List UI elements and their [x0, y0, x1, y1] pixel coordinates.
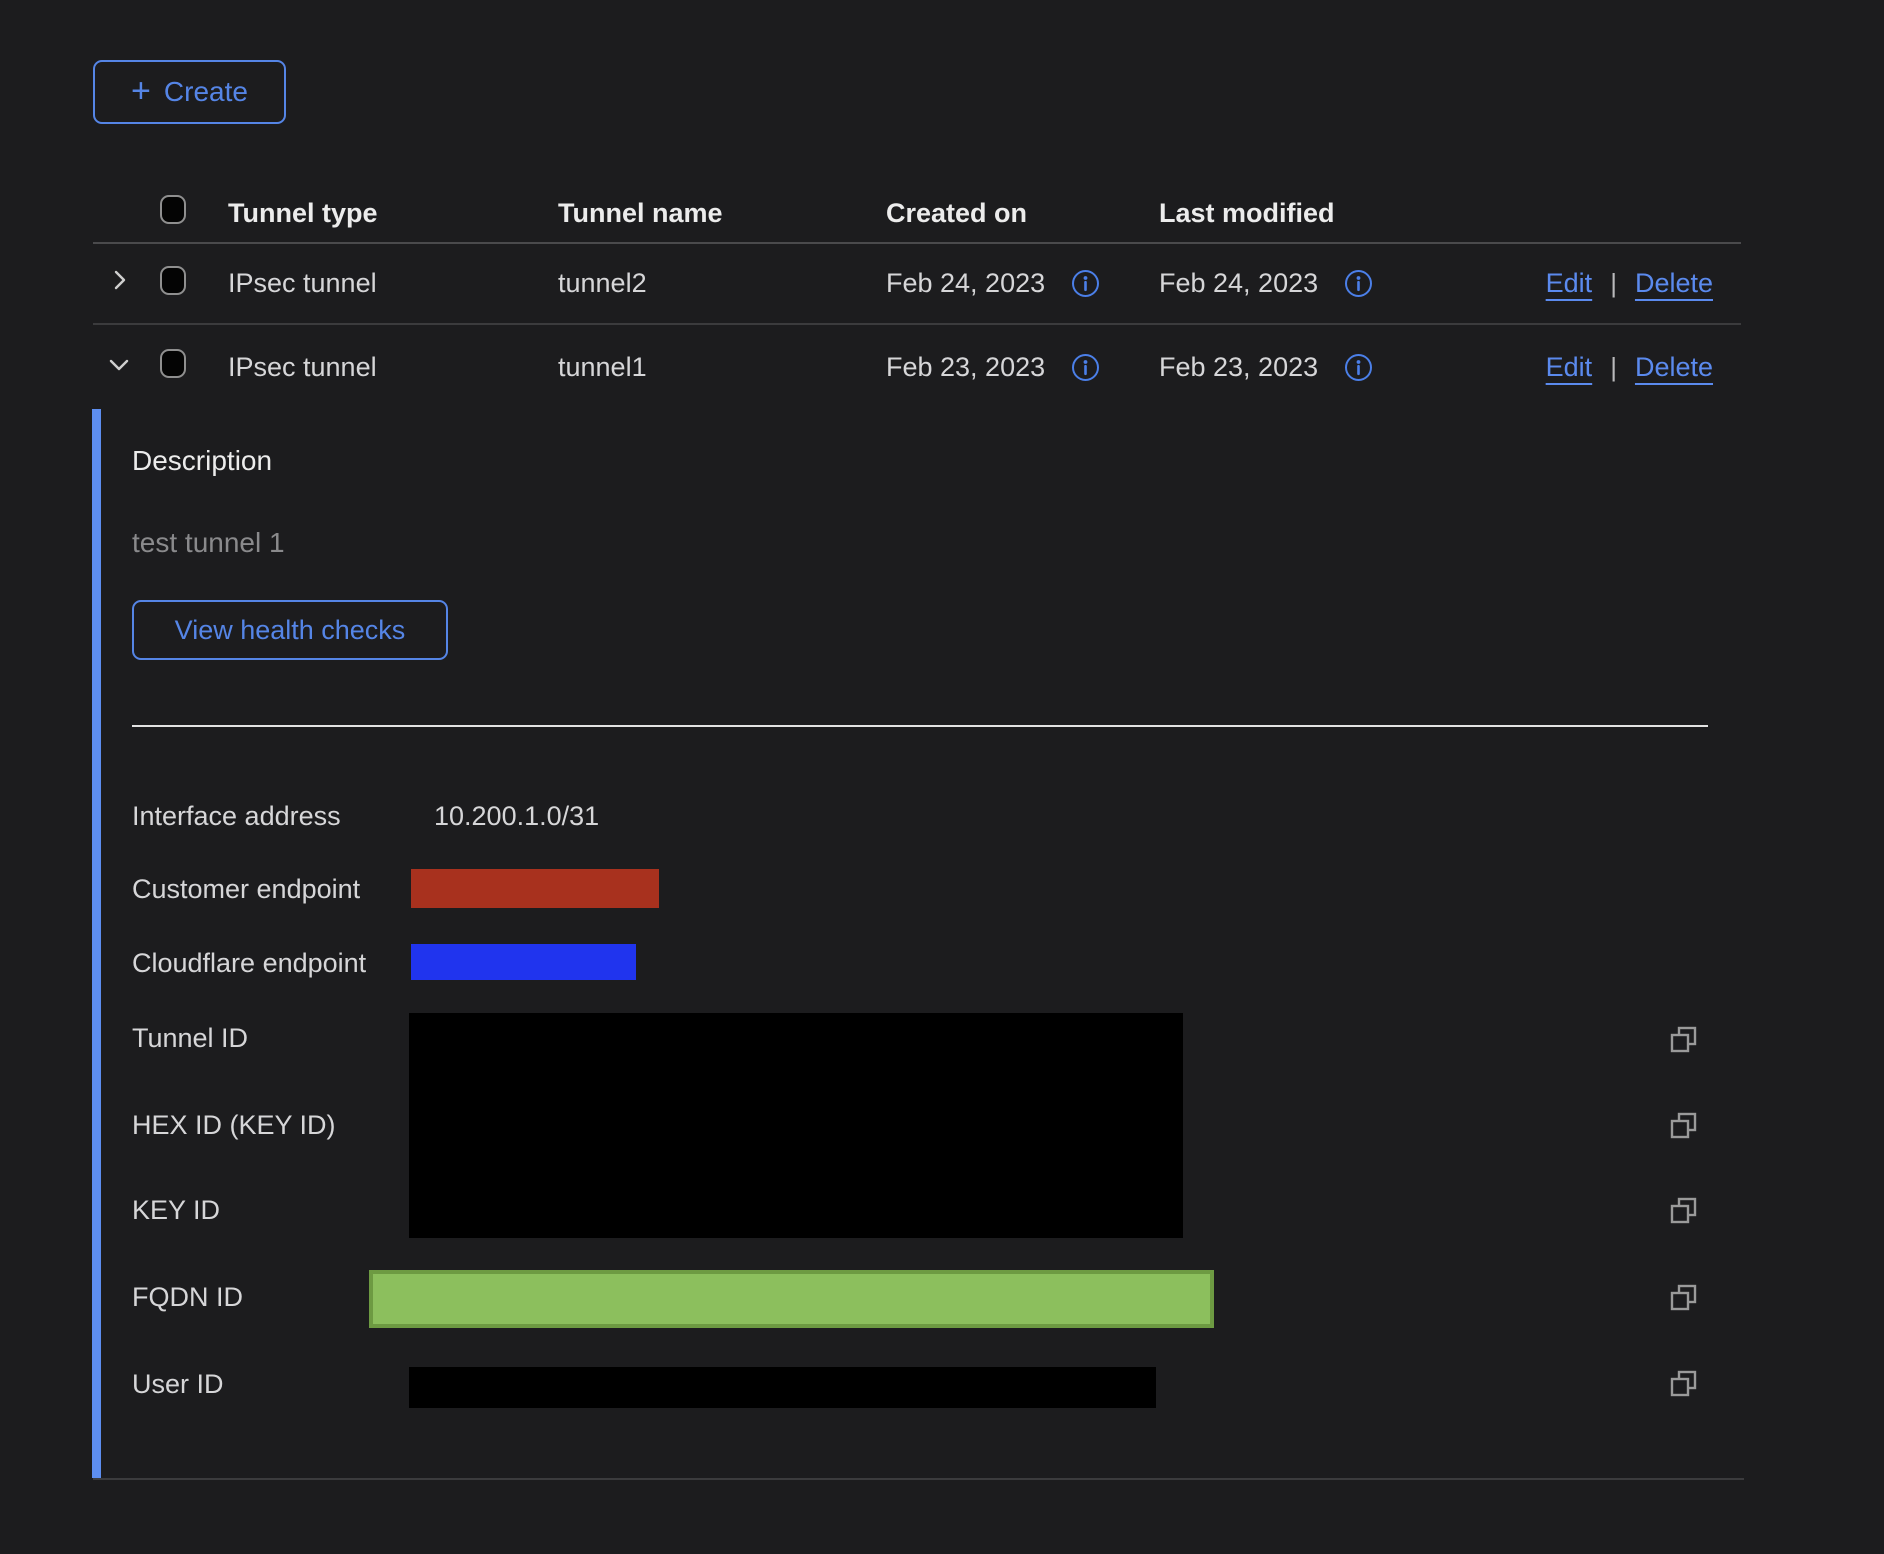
interface-address-value: 10.200.1.0/31 — [434, 799, 599, 833]
last-modified-cell: Feb 24, 2023 — [1159, 268, 1318, 299]
copy-tunnel-id-button[interactable] — [1669, 1025, 1699, 1055]
edit-link[interactable]: Edit — [1546, 352, 1593, 383]
table-row: IPsec tunnel tunnel2 Feb 24, 2023 Feb 24… — [93, 244, 1741, 325]
cloudflare-endpoint-label: Cloudflare endpoint — [132, 946, 366, 980]
fqdn-id-label: FQDN ID — [132, 1280, 243, 1314]
row-checkbox[interactable] — [160, 349, 186, 378]
cloudflare-endpoint-redacted-value — [411, 944, 636, 980]
expand-row-button[interactable] — [107, 268, 131, 292]
key-id-label: KEY ID — [132, 1193, 220, 1227]
created-on-cell: Feb 24, 2023 — [886, 268, 1045, 299]
action-separator: | — [1610, 352, 1617, 383]
tunnel-type-cell: IPsec tunnel — [228, 352, 558, 383]
copy-icon — [1669, 1283, 1699, 1313]
description-value: test tunnel 1 — [132, 527, 285, 559]
copy-icon — [1669, 1196, 1699, 1226]
tunnel-name-cell: tunnel2 — [558, 268, 886, 299]
customer-endpoint-redacted-value — [411, 869, 659, 908]
copy-key-id-button[interactable] — [1669, 1196, 1699, 1226]
interface-address-label: Interface address — [132, 799, 341, 833]
copy-icon — [1669, 1025, 1699, 1055]
info-icon[interactable] — [1071, 353, 1100, 382]
table-row: IPsec tunnel tunnel1 Feb 23, 2023 Feb 23… — [93, 325, 1741, 409]
header-tunnel-name: Tunnel name — [558, 198, 886, 229]
hex-id-label: HEX ID (KEY ID) — [132, 1108, 336, 1142]
table-header-row: Tunnel type Tunnel name Created on Last … — [93, 184, 1741, 244]
chevron-right-icon — [107, 268, 131, 292]
info-icon[interactable] — [1071, 269, 1100, 298]
section-divider — [132, 725, 1708, 727]
created-on-cell: Feb 23, 2023 — [886, 352, 1045, 383]
plus-icon: + — [131, 74, 151, 108]
delete-link[interactable]: Delete — [1635, 268, 1713, 299]
tunnel-hex-key-id-redacted-values — [409, 1013, 1183, 1238]
row-checkbox[interactable] — [160, 266, 186, 295]
info-icon[interactable] — [1344, 269, 1373, 298]
expanded-row-indicator-bar — [92, 409, 101, 1478]
copy-hex-id-button[interactable] — [1669, 1111, 1699, 1141]
user-id-label: User ID — [132, 1367, 224, 1401]
copy-fqdn-id-button[interactable] — [1669, 1283, 1699, 1313]
copy-user-id-button[interactable] — [1669, 1369, 1699, 1399]
header-created-on: Created on — [886, 198, 1159, 229]
info-icon[interactable] — [1344, 353, 1373, 382]
user-id-redacted-value — [409, 1367, 1156, 1408]
copy-icon — [1669, 1369, 1699, 1399]
tunnels-table: Tunnel type Tunnel name Created on Last … — [93, 184, 1741, 1480]
header-last-modified: Last modified — [1159, 198, 1489, 229]
tunnel-detail-panel: Description test tunnel 1 View health ch… — [93, 409, 1744, 1478]
description-label: Description — [132, 445, 272, 477]
collapse-row-button[interactable] — [107, 352, 131, 376]
delete-link[interactable]: Delete — [1635, 352, 1713, 383]
header-tunnel-type: Tunnel type — [228, 198, 558, 229]
view-health-checks-button[interactable]: View health checks — [132, 600, 448, 660]
tunnel-name-cell: tunnel1 — [558, 352, 886, 383]
tunnel-id-label: Tunnel ID — [132, 1021, 248, 1055]
fqdn-id-redacted-value — [369, 1270, 1214, 1328]
create-button[interactable]: + Create — [93, 60, 286, 124]
copy-icon — [1669, 1111, 1699, 1141]
chevron-down-icon — [107, 352, 131, 376]
select-all-checkbox[interactable] — [160, 195, 186, 224]
create-button-label: Create — [164, 76, 248, 108]
action-separator: | — [1610, 268, 1617, 299]
tunnel-type-cell: IPsec tunnel — [228, 268, 558, 299]
customer-endpoint-label: Customer endpoint — [132, 872, 360, 906]
edit-link[interactable]: Edit — [1546, 268, 1593, 299]
table-bottom-divider — [93, 1478, 1744, 1480]
last-modified-cell: Feb 23, 2023 — [1159, 352, 1318, 383]
